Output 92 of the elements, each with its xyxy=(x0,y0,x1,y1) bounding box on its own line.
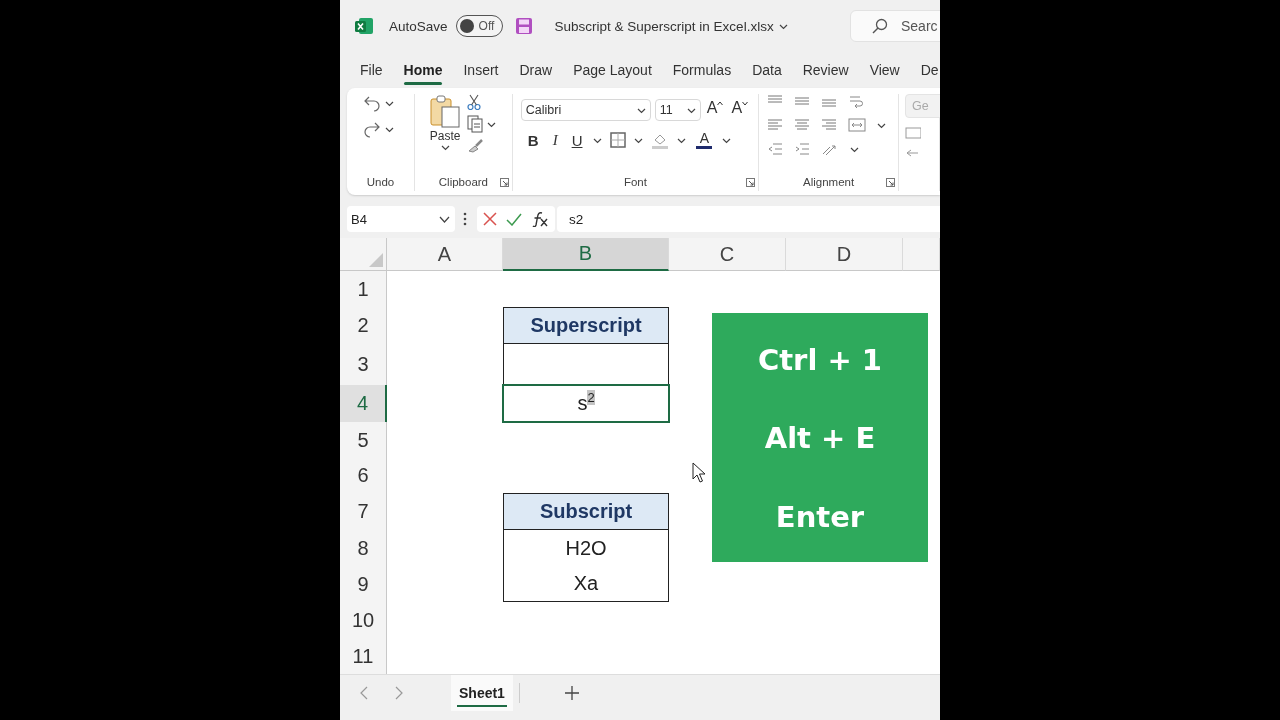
row-header[interactable]: 3 xyxy=(340,344,387,385)
sheet-tab[interactable]: Sheet1 xyxy=(451,675,513,711)
row-header[interactable]: 8 xyxy=(340,530,387,566)
row-header[interactable]: 10 xyxy=(340,602,387,638)
more-options-icon[interactable] xyxy=(463,212,467,226)
group-label: Undo xyxy=(365,175,396,190)
chevron-down-icon[interactable] xyxy=(722,136,732,144)
chevron-down-icon[interactable] xyxy=(487,120,497,128)
chevron-down-icon[interactable] xyxy=(634,136,644,144)
ribbon-tab[interactable]: Draw xyxy=(509,52,563,88)
chevron-down-icon[interactable] xyxy=(593,136,603,144)
chevron-down-icon[interactable] xyxy=(877,121,887,129)
column-header[interactable]: C xyxy=(669,238,786,271)
row-header[interactable]: 6 xyxy=(340,458,387,493)
row-header[interactable]: 1 xyxy=(340,271,387,307)
file-name[interactable]: Subscript & Superscript in Excel.xlsx xyxy=(554,18,774,34)
copy-icon[interactable] xyxy=(467,115,484,133)
ribbon-tab[interactable]: Review xyxy=(792,52,859,88)
underline-button[interactable]: U xyxy=(568,129,586,151)
add-sheet-icon[interactable] xyxy=(564,686,579,700)
ribbon-tab[interactable]: View xyxy=(859,52,910,88)
column-header[interactable]: B xyxy=(503,238,669,271)
chevron-down-icon[interactable] xyxy=(677,136,687,144)
chevron-down-icon[interactable] xyxy=(778,22,788,30)
enter-check-icon[interactable] xyxy=(506,212,522,226)
row-header[interactable]: 9 xyxy=(340,566,387,602)
row-header[interactable]: 4 xyxy=(340,385,387,422)
paintbrush-icon[interactable] xyxy=(467,138,485,153)
column-header[interactable]: A xyxy=(387,238,503,271)
chevron-down-icon[interactable] xyxy=(850,145,860,153)
font-color-button[interactable]: A xyxy=(694,131,715,149)
formula-input[interactable]: s2 xyxy=(557,206,940,232)
chevron-down-icon[interactable] xyxy=(686,106,696,114)
group-label: Alignment xyxy=(802,175,856,190)
scroll-left-icon[interactable] xyxy=(360,686,368,700)
shrink-font-button[interactable]: A xyxy=(729,99,751,121)
column-header[interactable]: D xyxy=(786,238,903,271)
name-box[interactable]: B4 xyxy=(347,206,455,232)
dialog-launcher-icon[interactable] xyxy=(886,178,895,187)
group-label: Clipboard xyxy=(437,175,490,190)
caret-down-icon xyxy=(742,101,749,106)
clipboard-icon xyxy=(429,94,462,128)
autosave-label: AutoSave xyxy=(389,18,448,34)
chevron-down-icon[interactable] xyxy=(636,106,646,114)
scroll-right-icon[interactable] xyxy=(395,686,403,700)
font-size-dropdown[interactable]: 11 xyxy=(654,99,701,121)
chevron-down-icon[interactable] xyxy=(385,125,394,133)
insert-function-icon[interactable] xyxy=(531,211,549,227)
ribbon-tab[interactable]: Insert xyxy=(453,52,509,88)
table-cell: Xa xyxy=(503,566,669,602)
chevron-down-icon[interactable] xyxy=(440,144,450,151)
autosave-toggle[interactable]: Off xyxy=(455,15,503,37)
wrap-text-icon[interactable] xyxy=(848,94,865,108)
table-cell: s$^{2}$ xyxy=(503,385,669,422)
search-icon xyxy=(872,18,888,34)
redo-icon[interactable] xyxy=(363,120,381,138)
undo-icon[interactable] xyxy=(363,94,381,112)
ribbon-tab[interactable]: Formulas xyxy=(662,52,742,88)
table-cell: H2O xyxy=(503,530,669,566)
row-header[interactable]: 11 xyxy=(340,638,387,674)
dialog-launcher-icon[interactable] xyxy=(746,178,756,187)
shortcut-text: Ctrl + 1 xyxy=(757,343,883,378)
borders-icon[interactable] xyxy=(610,132,627,148)
ribbon-tab[interactable]: Home xyxy=(393,52,453,88)
italic-button[interactable]: I xyxy=(549,129,561,151)
bold-button[interactable]: B xyxy=(524,129,542,151)
ribbon-tab[interactable]: Page Layout xyxy=(563,52,662,88)
row-header[interactable]: 7 xyxy=(340,493,387,530)
merge-cells-icon[interactable] xyxy=(848,118,867,132)
mouse-pointer-icon xyxy=(692,462,706,484)
dialog-launcher-icon[interactable] xyxy=(499,178,509,187)
excel-logo-icon xyxy=(355,17,373,35)
ribbon-tab[interactable]: Data xyxy=(742,52,792,88)
caret-up-icon xyxy=(717,101,724,106)
font-name-dropdown[interactable]: Calibri xyxy=(520,99,651,121)
table-cell: Superscript xyxy=(503,307,669,344)
group-label: Font xyxy=(622,175,648,190)
row-header[interactable]: 2 xyxy=(340,307,387,344)
save-icon[interactable] xyxy=(514,17,533,35)
paste-button[interactable]: Paste xyxy=(423,94,468,173)
scissors-icon[interactable] xyxy=(467,94,482,110)
shortcut-text: Enter xyxy=(775,499,865,534)
search-field[interactable]: Searc xyxy=(850,10,940,42)
chevron-down-icon[interactable] xyxy=(385,99,394,107)
shortcut-text: Alt + E xyxy=(764,421,876,456)
ribbon-tab[interactable]: File xyxy=(350,52,393,88)
ribbon-tab[interactable]: De xyxy=(910,52,940,88)
chevron-down-icon xyxy=(439,215,450,223)
table-cell: Subscript xyxy=(503,493,669,530)
cancel-icon[interactable] xyxy=(483,212,497,226)
grow-font-button[interactable]: A xyxy=(704,99,726,121)
row-header[interactable]: 5 xyxy=(340,422,387,458)
